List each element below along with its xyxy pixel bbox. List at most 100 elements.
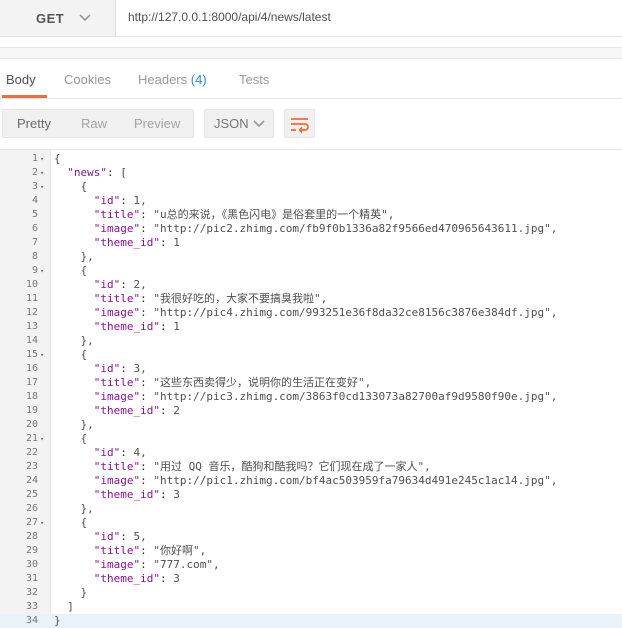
code-line: 8 }, (0, 250, 622, 264)
line-number: 34 (25, 615, 38, 626)
tab-headers[interactable]: Headers (4) (138, 59, 207, 97)
format-selector[interactable]: JSON (204, 109, 274, 138)
code-line: 10 "id": 2, (0, 278, 622, 292)
code-text: } (54, 586, 88, 599)
code-line: 16 "id": 3, (0, 362, 622, 376)
code-text: "theme_id": 3 (93, 572, 180, 585)
line-number: 10 (25, 279, 38, 290)
tab-cookies[interactable]: Cookies (64, 59, 111, 97)
code-text: { (54, 180, 88, 193)
line-number: 14 (25, 335, 38, 346)
code-line: 22 "id": 4, (0, 446, 622, 460)
method-selector[interactable]: GET (0, 0, 116, 36)
code-line: 13 "theme_id": 1 (0, 320, 622, 334)
code-text: "id": 2, (93, 278, 147, 291)
code-line: 18 "image": "http://pic3.zhimg.com/3863f… (0, 390, 622, 404)
code-text: "title": "u总的来说，《黑色闪电》是俗套里的一个精英", (93, 208, 395, 221)
line-number: 16 (25, 363, 38, 374)
line-number: 3 (31, 181, 38, 192)
code-line: 7 "theme_id": 1 (0, 236, 622, 250)
code-line: 28 "id": 5, (0, 530, 622, 544)
code-line: 25 "theme_id": 3 (0, 488, 622, 502)
code-text: ] (54, 600, 74, 613)
request-bar: GET http://127.0.0.1:8000/api/4/news/lat… (0, 0, 622, 37)
code-line: 17 "title": "这些东西卖得少，说明你的生活正在变好", (0, 376, 622, 390)
fold-toggle-icon[interactable]: ▾ (40, 348, 48, 362)
code-line: 4 "id": 1, (0, 194, 622, 208)
fold-toggle-icon[interactable]: ▾ (40, 180, 48, 194)
line-number: 19 (25, 405, 38, 416)
fold-toggle-icon[interactable]: ▾ (40, 152, 48, 166)
view-preview-button[interactable]: Preview (134, 110, 180, 138)
line-number: 28 (25, 531, 38, 542)
view-mode-group: Pretty Raw Preview (2, 109, 194, 138)
view-raw-button[interactable]: Raw (81, 110, 107, 138)
divider-band (0, 48, 622, 59)
tab-headers-label: Headers (138, 72, 188, 87)
fold-toggle-icon[interactable]: ▾ (40, 516, 48, 530)
response-body-editor[interactable]: 1 ▾{2 ▾ "news": [3 ▾ {4 "id": 1, 5 "title": … (0, 149, 622, 628)
line-number: 2 (31, 167, 38, 178)
code-text: { (54, 432, 88, 445)
wrap-lines-button[interactable] (284, 109, 315, 138)
line-number: 32 (25, 587, 38, 598)
divider (0, 37, 622, 48)
code-line: 31 "theme_id": 3 (0, 572, 622, 586)
wrap-lines-icon (291, 118, 309, 133)
line-number: 13 (25, 321, 38, 332)
fold-toggle-icon[interactable]: ▾ (40, 264, 48, 278)
line-number: 18 (25, 391, 38, 402)
tab-tests[interactable]: Tests (239, 59, 269, 97)
code-text: } (54, 614, 61, 627)
code-text: { (54, 516, 88, 529)
line-number: 31 (25, 573, 38, 584)
code-text: "image": "http://pic4.zhimg.com/993251e3… (93, 306, 558, 319)
line-number: 11 (25, 293, 38, 304)
chevron-down-icon (253, 120, 265, 128)
code-text: { (54, 348, 88, 361)
code-line: 11 "title": "我很好吃的，大家不要搞臭我啦", (0, 292, 622, 306)
response-tabs: Body Cookies Headers (4) Tests (0, 59, 622, 99)
code-line: 24 "image": "http://pic1.zhimg.com/bf4ac… (0, 474, 622, 488)
view-pretty-button[interactable]: Pretty (17, 110, 51, 138)
code-line: 33 ] (0, 600, 622, 614)
tab-tests-label: Tests (239, 72, 270, 87)
code-line: 34} (0, 614, 622, 628)
fold-toggle-icon[interactable]: ▾ (40, 432, 48, 446)
line-number: 8 (31, 251, 38, 262)
code-line: 30 "image": "777.com", (0, 558, 622, 572)
tab-body[interactable]: Body (2, 59, 47, 98)
code-line: 19 "theme_id": 2 (0, 404, 622, 418)
code-line: 15 ▾ { (0, 348, 622, 362)
tab-body-label: Body (6, 72, 36, 87)
code-line: 5 "title": "u总的来说，《黑色闪电》是俗套里的一个精英", (0, 208, 622, 222)
line-number: 17 (25, 377, 38, 388)
line-number: 33 (25, 601, 38, 612)
code-line: 1 ▾ { (0, 152, 622, 166)
code-text: "image": "http://pic2.zhimg.com/fb9f0b13… (93, 222, 558, 235)
tab-cookies-label: Cookies (64, 72, 111, 87)
line-number: 5 (31, 209, 38, 220)
format-label: JSON (214, 116, 249, 131)
code-text: "image": "777.com", (93, 558, 220, 571)
line-number: 12 (25, 307, 38, 318)
method-label: GET (36, 10, 65, 26)
code-line: 29 "title": "你好啊", (0, 544, 622, 558)
line-number: 21 (25, 433, 38, 444)
code-text: { (54, 152, 61, 165)
code-line: 20 }, (0, 418, 622, 432)
code-line: 3 ▾ { (0, 180, 622, 194)
line-number: 1 (31, 153, 38, 164)
line-number: 30 (25, 559, 38, 570)
code-line: 2 ▾ "news": [ (0, 166, 622, 180)
code-line: 14 }, (0, 334, 622, 348)
code-text: "theme_id": 1 (93, 320, 180, 333)
line-number: 20 (25, 419, 38, 430)
code-text: "image": "http://pic1.zhimg.com/bf4ac503… (93, 474, 558, 487)
code-text: { (54, 264, 88, 277)
url-input[interactable]: http://127.0.0.1:8000/api/4/news/latest (128, 10, 331, 24)
code-line: 27 ▾ { (0, 516, 622, 530)
line-number: 24 (25, 475, 38, 486)
fold-toggle-icon[interactable]: ▾ (40, 166, 48, 180)
code-text: }, (54, 250, 94, 263)
